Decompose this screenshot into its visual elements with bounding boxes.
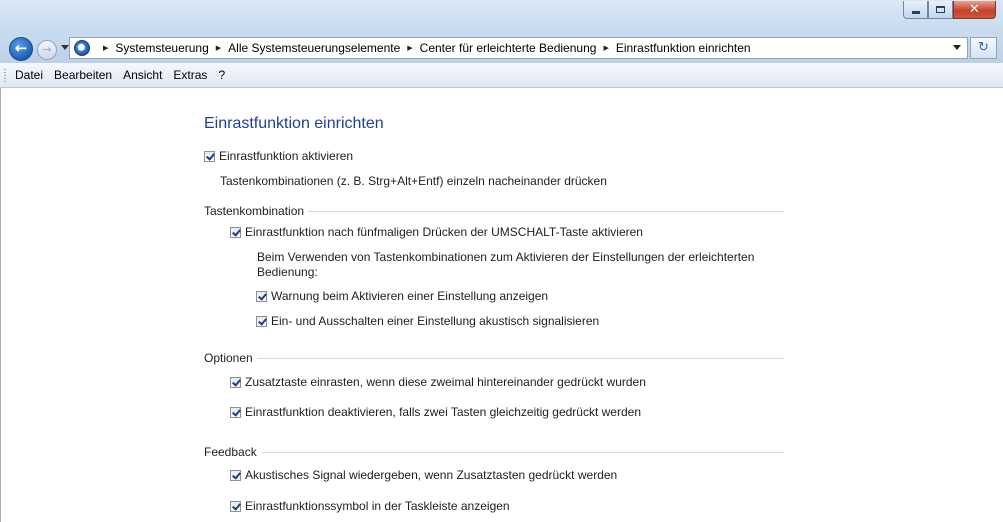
refresh-button[interactable]: ↻ (970, 37, 997, 59)
checkbox-checked-icon[interactable] (230, 376, 241, 388)
activate-description: Tastenkombinationen (z. B. Strg+Alt+Entf… (220, 174, 607, 188)
breadcrumb-item[interactable]: Systemsteuerung (115, 41, 208, 55)
checkbox-checked-icon[interactable] (204, 150, 215, 162)
group-label: Tastenkombination (204, 204, 305, 218)
control-panel-icon (74, 40, 90, 56)
breadcrumb-separator-icon[interactable]: ▶ (216, 44, 221, 52)
group-divider (256, 357, 784, 359)
menu-grip-icon (4, 68, 6, 82)
address-bar[interactable]: ▶ Systemsteuerung ▶ Alle Systemsteuerung… (69, 37, 968, 59)
checkbox-label: Einrastfunktion aktivieren (219, 149, 354, 163)
activate-sticky-keys-checkbox[interactable]: Einrastfunktion aktivieren (204, 149, 353, 163)
group-divider (308, 210, 784, 212)
sound-signal-checkbox[interactable]: Akustisches Signal wiedergeben, wenn Zus… (230, 468, 617, 482)
menu-ansicht[interactable]: Ansicht (123, 68, 162, 82)
page-title: Einrastfunktion einrichten (204, 115, 384, 132)
checkbox-checked-icon[interactable] (256, 290, 267, 302)
forward-arrow-icon: → (42, 43, 52, 56)
breadcrumb-separator-icon[interactable]: ▶ (407, 44, 412, 52)
checkbox-label: Zusatztaste einrasten, wenn diese zweima… (245, 375, 646, 389)
breadcrumb-separator-icon[interactable]: ▶ (603, 44, 608, 52)
warning-checkbox[interactable]: Warnung beim Aktivieren einer Einstellun… (256, 289, 548, 303)
checkbox-label: Einrastfunktion nach fünfmaligen Drücken… (245, 225, 643, 239)
minimize-button[interactable] (903, 1, 928, 19)
sound-toggle-checkbox[interactable]: Ein- und Ausschalten einer Einstellung a… (256, 314, 599, 328)
lock-modifier-checkbox[interactable]: Zusatztaste einrasten, wenn diese zweima… (230, 375, 646, 389)
shortcut-group-header: Tastenkombination (204, 204, 784, 218)
breadcrumb-item[interactable]: Einrastfunktion einrichten (616, 41, 751, 55)
window-controls: ✕ (903, 1, 996, 19)
group-label: Feedback (204, 445, 257, 459)
forward-button[interactable]: → (37, 40, 57, 60)
close-icon: ✕ (969, 2, 980, 17)
minimize-icon (911, 11, 920, 14)
close-button[interactable]: ✕ (953, 1, 996, 19)
checkbox-label: Warnung beim Aktivieren einer Einstellun… (271, 289, 549, 303)
checkbox-checked-icon[interactable] (230, 226, 241, 238)
group-divider (260, 451, 784, 453)
navigation-bar: ← → ▶ Systemsteuerung ▶ Alle Systemsteue… (0, 34, 1003, 63)
checkbox-label: Einrastfunktion deaktivieren, falls zwei… (245, 405, 641, 419)
group-label: Optionen (204, 351, 253, 365)
back-arrow-icon: ← (14, 39, 28, 57)
menu-help[interactable]: ? (218, 68, 225, 82)
back-button[interactable]: ← (9, 37, 33, 61)
shortcut-description-line1: Beim Verwenden von Tastenkombinationen z… (257, 250, 755, 264)
recent-pages-dropdown-icon[interactable] (61, 45, 69, 50)
feedback-group-header: Feedback (204, 445, 784, 459)
menu-bar: Datei Bearbeiten Ansicht Extras ? (0, 63, 1003, 88)
checkbox-checked-icon[interactable] (230, 406, 241, 418)
checkbox-label: Akustisches Signal wiedergeben, wenn Zus… (245, 468, 618, 482)
menu-extras[interactable]: Extras (173, 68, 207, 82)
breadcrumb-separator-icon[interactable]: ▶ (103, 44, 108, 52)
address-dropdown-icon[interactable] (953, 45, 961, 50)
taskbar-icon-checkbox[interactable]: Einrastfunktionssymbol in der Taskleiste… (230, 499, 510, 513)
checkbox-checked-icon[interactable] (230, 500, 241, 512)
window-titlebar: ✕ (0, 0, 1003, 34)
breadcrumb-item[interactable]: Center für erleichterte Bedienung (420, 41, 597, 55)
checkbox-label: Einrastfunktionssymbol in der Taskleiste… (245, 499, 510, 513)
shortcut-description-line2: Bedienung: (257, 265, 318, 279)
menu-datei[interactable]: Datei (15, 68, 43, 82)
breadcrumb-item[interactable]: Alle Systemsteuerungselemente (228, 41, 400, 55)
maximize-icon (936, 6, 945, 13)
refresh-icon: ↻ (978, 40, 989, 55)
checkbox-checked-icon[interactable] (256, 315, 267, 327)
checkbox-checked-icon[interactable] (230, 469, 241, 481)
checkbox-label: Ein- und Ausschalten einer Einstellung a… (271, 314, 600, 328)
maximize-button[interactable] (928, 1, 953, 19)
shift-five-times-checkbox[interactable]: Einrastfunktion nach fünfmaligen Drücken… (230, 225, 643, 239)
menu-bearbeiten[interactable]: Bearbeiten (54, 68, 112, 82)
content-pane: Einrastfunktion einrichten Einrastfunkti… (0, 88, 1003, 522)
breadcrumb: ▶ Systemsteuerung ▶ Alle Systemsteuerung… (96, 41, 751, 55)
deactivate-two-keys-checkbox[interactable]: Einrastfunktion deaktivieren, falls zwei… (230, 405, 641, 419)
options-group-header: Optionen (204, 351, 784, 365)
